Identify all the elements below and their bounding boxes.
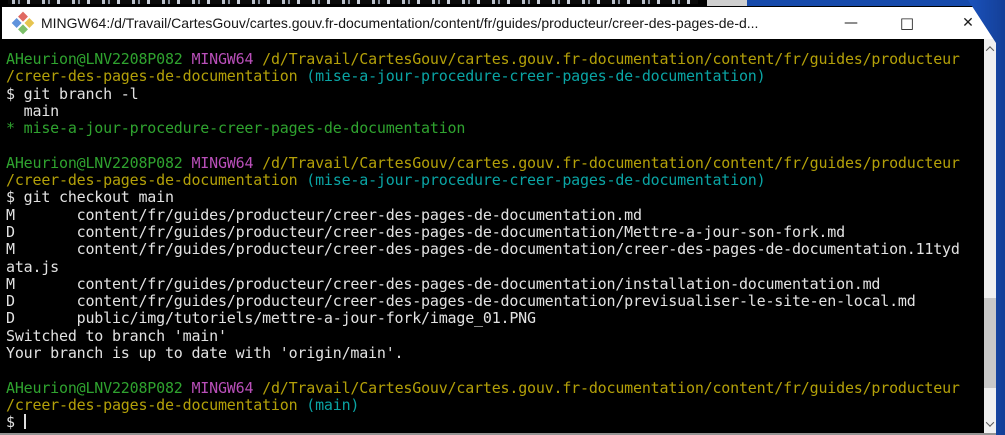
terminal-text-segment: M content/fr/guides/producteur/creer-des… <box>6 274 881 293</box>
window-title: MINGW64:/d/Travail/CartesGouv/cartes.gou… <box>41 15 759 31</box>
terminal-text-segment: * mise-a-jour-procedure-creer-pages-de-d… <box>6 119 466 138</box>
chevron-up-icon <box>985 45 995 55</box>
terminal-line: $ git checkout main <box>6 189 984 206</box>
terminal-output[interactable]: AHeurion@LNV2208P082 MINGW64 /d/Travail/… <box>2 39 984 433</box>
terminal-line: $ git branch -l <box>6 84 984 103</box>
terminal-text-segment: M content/fr/guides/producteur/creer-des… <box>6 205 642 224</box>
terminal-line: * mise-a-jour-procedure-creer-pages-de-d… <box>6 120 984 137</box>
terminal-line: /creer-des-pages-de-documentation (mise-… <box>6 68 984 85</box>
terminal-line: D public/img/tutoriels/mettre-a-jour-for… <box>6 310 984 327</box>
terminal-line: $ <box>6 414 984 431</box>
terminal-text-segment: MINGW64 <box>191 153 263 172</box>
terminal-text-segment: AHeurion@LNV2208P082 <box>6 50 192 68</box>
scrollbar-thumb[interactable] <box>984 298 996 388</box>
clipped-terminal-text <box>8 0 698 4</box>
msys2-diamond-icon[interactable] <box>11 11 35 35</box>
scrollbar[interactable] <box>984 39 996 433</box>
chevron-down-icon <box>985 417 995 427</box>
terminal-text-segment: $ <box>6 413 24 432</box>
terminal-text-segment: /d/Travail/CartesGouv/cartes.gouv.fr-doc… <box>262 50 960 68</box>
terminal-line: Switched to branch 'main' <box>6 326 984 345</box>
terminal-text-segment: M content/fr/guides/producteur/creer-des… <box>6 240 960 259</box>
terminal-line: /creer-des-pages-de-documentation (mise-… <box>6 171 984 190</box>
terminal-text-segment: MINGW64 <box>191 378 263 397</box>
terminal-text-segment: D content/fr/guides/producteur/creer-des… <box>6 222 845 241</box>
terminal-text-segment: $ git branch -l <box>6 84 139 103</box>
terminal-line: D content/fr/guides/producteur/creer-des… <box>6 293 984 310</box>
background-terminal-sliver <box>0 0 1005 7</box>
terminal-text-segment: /d/Travail/CartesGouv/cartes.gouv.fr-doc… <box>262 378 960 397</box>
background-window-edge-blue-top <box>747 0 1005 6</box>
terminal-text-segment: ata.js <box>6 257 59 276</box>
scroll-down-button[interactable] <box>984 416 996 431</box>
terminal-text-segment: D public/img/tutoriels/mettre-a-jour-for… <box>6 309 536 328</box>
terminal-line: AHeurion@LNV2208P082 MINGW64 /d/Travail/… <box>6 50 984 68</box>
terminal-text-segment: /creer-des-pages-de-documentation <box>6 395 307 414</box>
terminal-line: /creer-des-pages-de-documentation (main) <box>6 395 984 414</box>
terminal-line: Your branch is up to date with 'origin/m… <box>6 344 984 363</box>
terminal-cursor <box>23 414 26 430</box>
terminal-line: main <box>6 101 984 120</box>
scroll-up-button[interactable] <box>984 41 996 56</box>
terminal-text-segment: /creer-des-pages-de-documentation <box>6 171 307 190</box>
background-window-edge-gray <box>707 0 747 6</box>
terminal-text-segment: (main) <box>306 395 360 414</box>
terminal-text-segment: MINGW64 <box>191 50 263 68</box>
terminal-line: D content/fr/guides/producteur/creer-des… <box>6 222 984 241</box>
terminal-text-segment: AHeurion@LNV2208P082 <box>6 153 192 172</box>
terminal-line: M content/fr/guides/producteur/creer-des… <box>6 205 984 224</box>
terminal-text-segment: $ git checkout main <box>6 188 174 207</box>
terminal-text-segment: (mise-a-jour-procedure-creer-pages-de-do… <box>306 67 766 86</box>
terminal-text-segment: Your branch is up to date with 'origin/m… <box>6 344 404 363</box>
terminal-text-segment: Switched to branch 'main' <box>6 326 227 345</box>
terminal-line: ata.js <box>6 257 984 276</box>
terminal-line: AHeurion@LNV2208P082 MINGW64 /d/Travail/… <box>6 153 984 172</box>
terminal-text-segment: main <box>6 101 60 120</box>
terminal-text-segment: /creer-des-pages-de-documentation <box>6 67 307 86</box>
titlebar[interactable]: MINGW64:/d/Travail/CartesGouv/cartes.gou… <box>2 7 1005 39</box>
terminal-line: M content/fr/guides/producteur/creer-des… <box>6 241 984 258</box>
terminal-line: M content/fr/guides/producteur/creer-des… <box>6 274 984 293</box>
terminal-text-segment: D content/fr/guides/producteur/creer-des… <box>6 292 916 311</box>
terminal-text-segment: AHeurion@LNV2208P082 <box>6 378 192 397</box>
mintty-window: MINGW64:/d/Travail/CartesGouv/cartes.gou… <box>0 0 1005 435</box>
terminal-text-segment: /d/Travail/CartesGouv/cartes.gouv.fr-doc… <box>262 153 960 172</box>
maximize-button[interactable]: □ <box>885 7 929 39</box>
minimize-button[interactable]: — <box>829 7 873 39</box>
terminal-line: AHeurion@LNV2208P082 MINGW64 /d/Travail/… <box>6 378 984 397</box>
terminal-text-segment: (mise-a-jour-procedure-creer-pages-de-do… <box>306 171 766 190</box>
